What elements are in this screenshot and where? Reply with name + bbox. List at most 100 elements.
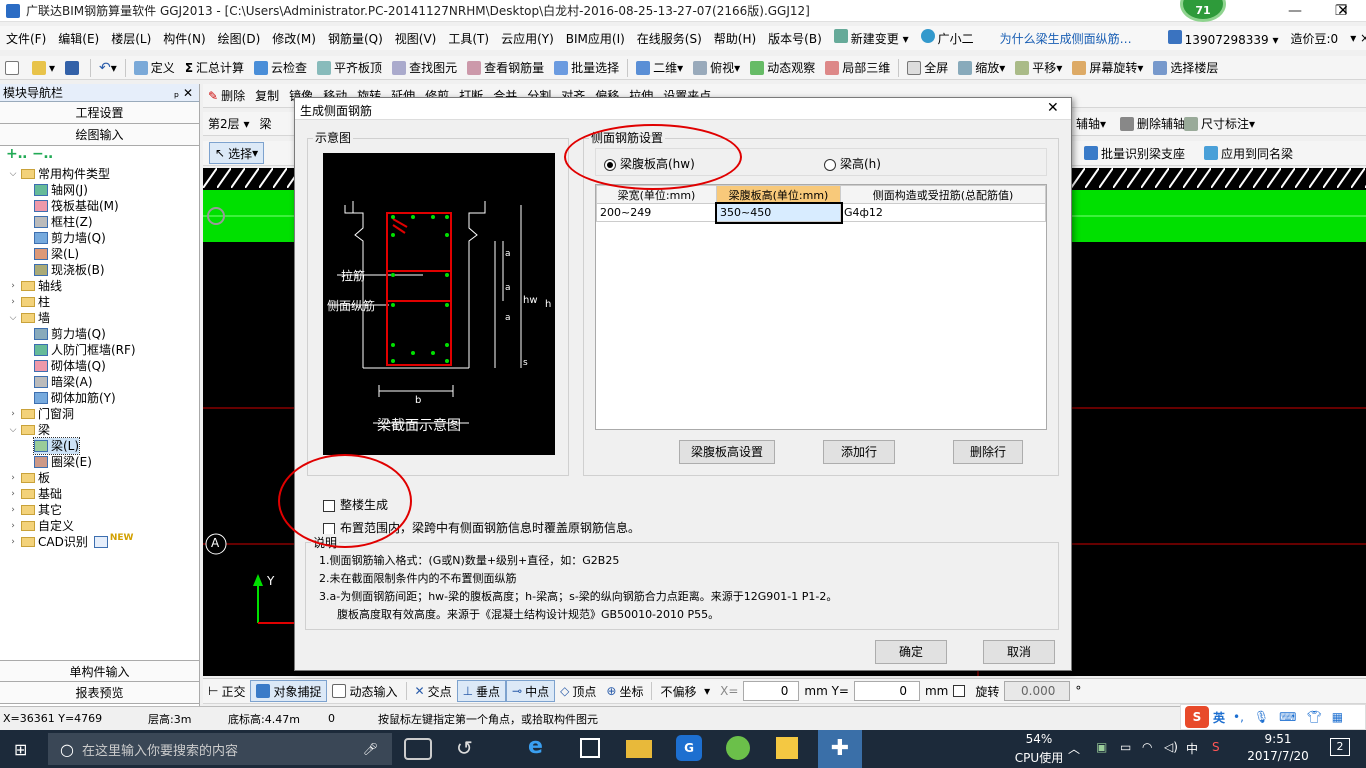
- cancel-button[interactable]: 取消: [983, 640, 1055, 664]
- tree-item[interactable]: 筏板基础(M): [34, 198, 119, 214]
- task-view-icon[interactable]: [404, 738, 432, 760]
- mic-icon[interactable]: 🎤︎: [363, 742, 378, 756]
- offset-dropdown[interactable]: 不偏移 ▾: [655, 680, 715, 702]
- save-button[interactable]: [60, 57, 87, 79]
- tree-folder[interactable]: › 其它: [8, 502, 62, 518]
- tree-item[interactable]: 圈梁(E): [34, 454, 92, 470]
- apply-same-name-beam-button[interactable]: 应用到同名梁: [1199, 142, 1298, 164]
- ime-indicator[interactable]: 中: [1186, 740, 1198, 757]
- app-swirl-icon[interactable]: ↺: [456, 736, 473, 760]
- notification-badge[interactable]: 2: [1330, 738, 1350, 756]
- add-row-button[interactable]: 添加行: [823, 440, 895, 464]
- cell-beam-width[interactable]: 200~249: [596, 203, 717, 222]
- tree-folder[interactable]: › 基础: [8, 486, 62, 502]
- explorer-icon[interactable]: [626, 740, 652, 758]
- menu-component[interactable]: 构件(N): [157, 30, 211, 47]
- dynamic-input-toggle[interactable]: 动态输入: [327, 680, 402, 702]
- pan-dropdown[interactable]: 平移 ▾: [1010, 57, 1067, 79]
- new-change-button[interactable]: 新建变更 ▾: [828, 29, 915, 47]
- menu-draw[interactable]: 绘图(D): [212, 30, 267, 47]
- batch-select-button[interactable]: 批量选择: [549, 57, 624, 79]
- copy-button[interactable]: 复制: [250, 85, 284, 107]
- web-height-settings-button[interactable]: 梁腹板高设置: [679, 440, 775, 464]
- expand-arrow-icon[interactable]: ›: [8, 470, 18, 486]
- tree-folder[interactable]: ⌵ 墙: [8, 310, 50, 326]
- guangxiaoer-button[interactable]: 广小二: [915, 29, 980, 47]
- coordinate-snap[interactable]: ⊕ 坐标: [601, 680, 648, 702]
- tree-folder[interactable]: ⌵ 梁: [8, 422, 50, 438]
- ok-button[interactable]: 确定: [875, 640, 947, 664]
- network-icon[interactable]: ▭: [1120, 740, 1131, 754]
- tree-item[interactable]: 人防门框墙(RF): [34, 342, 136, 358]
- expand-arrow-icon[interactable]: ›: [8, 534, 18, 550]
- tree-item[interactable]: 框柱(Z): [34, 214, 93, 230]
- edge-icon[interactable]: e: [528, 734, 543, 759]
- rotate-screen-dropdown[interactable]: 屏幕旋转 ▾: [1067, 57, 1148, 79]
- rotate-input[interactable]: 0.000: [1004, 681, 1071, 701]
- keyboard-icon[interactable]: ⌨: [1279, 710, 1296, 724]
- intersection-snap[interactable]: ✕ 交点: [410, 680, 457, 702]
- tray-chevron-icon[interactable]: ︿: [1068, 740, 1080, 757]
- component-type-dropdown[interactable]: 梁: [254, 113, 276, 135]
- expand-arrow-icon[interactable]: ›: [8, 406, 18, 422]
- tree-folder[interactable]: › 轴线: [8, 278, 62, 294]
- collapse-arrow-icon[interactable]: ⌵: [8, 310, 18, 326]
- menu-version[interactable]: 版本号(B): [762, 30, 828, 47]
- select-tool-button[interactable]: ↖ 选择 ▾: [209, 142, 265, 164]
- floor-dropdown[interactable]: 第2层 ▾: [203, 113, 254, 135]
- menu-modify[interactable]: 修改(M): [266, 30, 322, 47]
- minimize-button[interactable]: —: [1272, 0, 1318, 22]
- menu-file[interactable]: 文件(F): [0, 30, 52, 47]
- menu-bim[interactable]: BIM应用(I): [560, 30, 631, 47]
- sogou-tray-icon[interactable]: S: [1212, 740, 1220, 754]
- taskbar-search-box[interactable]: ○ 在这里输入你要搜索的内容 🎤︎: [48, 733, 392, 765]
- menu-edit[interactable]: 编辑(E): [52, 30, 105, 47]
- new-file-button[interactable]: [0, 57, 27, 79]
- volume-icon[interactable]: ◁): [1164, 740, 1178, 754]
- drawing-input-button[interactable]: 绘图输入: [0, 124, 199, 146]
- nvidia-icon[interactable]: ▣: [1096, 740, 1107, 754]
- view-rebar-qty-button[interactable]: 查看钢筋量: [462, 57, 549, 79]
- single-component-input-button[interactable]: 单构件输入: [0, 660, 199, 682]
- expand-arrow-icon[interactable]: ›: [8, 294, 18, 310]
- align-slab-top-button[interactable]: 平齐板顶: [312, 57, 387, 79]
- collapse-arrow-icon[interactable]: ⌵: [8, 166, 18, 182]
- menu-rebar[interactable]: 钢筋量(Q): [322, 30, 389, 47]
- menu-more-icon[interactable]: ▾ ×: [1344, 31, 1366, 45]
- menu-help[interactable]: 帮助(H): [708, 30, 762, 47]
- expand-arrow-icon[interactable]: ›: [8, 502, 18, 518]
- cloud-check-button[interactable]: 云检查: [249, 57, 312, 79]
- sogou-logo-icon[interactable]: S: [1185, 706, 1209, 728]
- find-element-button[interactable]: 查找图元: [387, 57, 462, 79]
- expand-arrow-icon[interactable]: ›: [8, 486, 18, 502]
- tree-folder[interactable]: › 柱: [8, 294, 50, 310]
- delete-row-button[interactable]: 删除行: [953, 440, 1023, 464]
- tree-folder[interactable]: › 自定义: [8, 518, 74, 534]
- radio-beam-height[interactable]: 梁高(h): [824, 155, 881, 172]
- tree-item[interactable]: 剪力墙(Q): [34, 326, 106, 342]
- menu-tools[interactable]: 工具(T): [442, 30, 495, 47]
- aux-axis-button[interactable]: 辅轴 ▾: [1071, 113, 1111, 135]
- expand-arrow-icon[interactable]: ›: [8, 278, 18, 294]
- select-floor-button[interactable]: 选择楼层: [1148, 57, 1223, 79]
- tree-folder[interactable]: › 板: [8, 470, 50, 486]
- close-window-button[interactable]: ✕: [1320, 0, 1366, 22]
- green-app-icon[interactable]: [726, 736, 750, 760]
- voice-icon[interactable]: 🎙︎: [1254, 710, 1269, 724]
- ime-lang-toggle[interactable]: 英: [1213, 709, 1225, 726]
- vertex-snap[interactable]: ◇ 顶点: [555, 680, 601, 702]
- menu-cloud[interactable]: 云应用(Y): [495, 30, 560, 47]
- menu-floor[interactable]: 楼层(L): [105, 30, 157, 47]
- perpendicular-snap[interactable]: ⊥ 垂点: [456, 680, 507, 702]
- collapse-arrow-icon[interactable]: ⌵: [8, 422, 18, 438]
- skin-icon[interactable]: 👕︎: [1306, 710, 1321, 724]
- project-settings-button[interactable]: 工程设置: [0, 102, 199, 124]
- local-3d-button[interactable]: 局部三维: [820, 57, 895, 79]
- y-input[interactable]: 0: [853, 681, 920, 701]
- summary-calc-button[interactable]: Σ 汇总计算: [180, 57, 249, 79]
- tree-item[interactable]: 剪力墙(Q): [34, 230, 106, 246]
- tree-item[interactable]: 梁(L): [34, 246, 79, 262]
- zoom-dropdown[interactable]: 缩放 ▾: [953, 57, 1010, 79]
- user-account[interactable]: 13907298339 ▾: [1162, 29, 1285, 47]
- cell-side-rebar[interactable]: G4ф12: [840, 203, 1046, 222]
